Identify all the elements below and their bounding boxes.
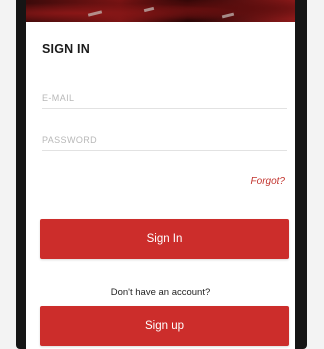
banner-texture-mark	[143, 6, 155, 13]
forgot-password-link[interactable]: Forgot?	[251, 176, 285, 187]
banner-texture-mark	[221, 12, 235, 19]
signin-title: SIGN IN	[42, 42, 90, 56]
banner-texture-mark	[87, 10, 103, 17]
password-field[interactable]	[42, 130, 287, 151]
page: SIGN IN Forgot? Sign In Don't have an ac…	[0, 0, 324, 349]
email-input[interactable]	[42, 88, 287, 108]
no-account-text: Don't have an account?	[110, 287, 211, 298]
app-screen: SIGN IN Forgot? Sign In Don't have an ac…	[26, 0, 295, 349]
signup-button[interactable]: Sign up	[40, 306, 289, 346]
signin-button[interactable]: Sign In	[40, 219, 289, 259]
email-field[interactable]	[42, 88, 287, 109]
password-input[interactable]	[42, 130, 287, 150]
header-banner-image	[26, 0, 295, 22]
phone-frame: SIGN IN Forgot? Sign In Don't have an ac…	[16, 0, 307, 349]
